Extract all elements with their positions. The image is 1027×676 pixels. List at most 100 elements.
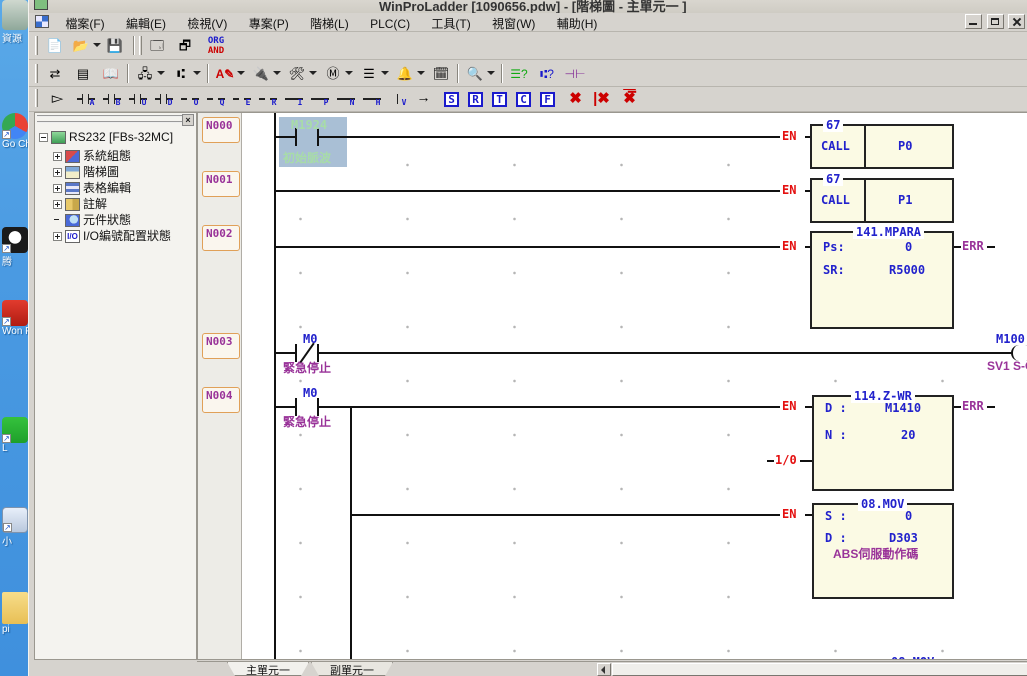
toolbar-grip[interactable] xyxy=(35,36,38,55)
desktop-icon-folder[interactable]: pi xyxy=(2,592,28,635)
falling-edge-tool[interactable]: N xyxy=(333,89,358,110)
delete-column-tool[interactable]: |✖ xyxy=(589,89,614,110)
call-p1-arg[interactable]: P1 xyxy=(898,193,912,207)
open-file-button[interactable]: 📂 xyxy=(69,35,93,57)
menu-tool[interactable]: 工具(T) xyxy=(422,13,479,34)
desktop-icon-recycle-bin[interactable]: 資源 xyxy=(2,0,28,45)
tree-item-element-status[interactable]: 元件狀態 xyxy=(53,211,131,228)
delete-element-tool[interactable]: ✖ xyxy=(563,89,588,110)
relay-tool[interactable]: R xyxy=(463,89,488,110)
horizontal-scroll-thumb[interactable] xyxy=(612,663,1027,676)
rung-label-n003[interactable]: N003 xyxy=(202,333,240,359)
close-button[interactable] xyxy=(1008,14,1025,29)
menu-file[interactable]: 檔案(F) xyxy=(56,13,113,34)
mpara-ps-value[interactable]: 0 xyxy=(905,240,912,254)
mdi-child-icon[interactable] xyxy=(35,15,49,28)
open-file-dropdown[interactable] xyxy=(93,43,101,51)
expand-box-icon[interactable] xyxy=(53,184,62,193)
motor-monitor-button[interactable]: 🔔 xyxy=(393,63,417,85)
ladder-column-button[interactable]: ⑆ xyxy=(169,63,193,85)
minimize-button[interactable] xyxy=(965,14,982,29)
rung-label-n001[interactable]: N001 xyxy=(202,171,240,197)
menu-help[interactable]: 輔助(H) xyxy=(548,13,607,34)
call-p0-arg[interactable]: P0 xyxy=(898,139,912,153)
panel-close-button[interactable]: × xyxy=(182,114,194,126)
expand-box-icon[interactable] xyxy=(53,232,62,241)
contact-status-button[interactable]: ⊣⊢ xyxy=(563,63,587,85)
tree-item-io-config-status[interactable]: I/OI/O編號配置狀態 xyxy=(53,227,171,244)
tree-item-comment[interactable]: 註解 xyxy=(53,195,107,212)
io-transfer-button[interactable]: ⇄ xyxy=(43,63,67,85)
plug-status-button[interactable]: 🔌 xyxy=(249,63,273,85)
address-book-button[interactable]: 📖 xyxy=(99,63,123,85)
mpara-sr-value[interactable]: R5000 xyxy=(889,263,925,277)
panel-grip[interactable] xyxy=(37,115,183,123)
desktop-icon-line[interactable]: ↗ L xyxy=(2,417,28,454)
restore-button[interactable] xyxy=(987,14,1004,29)
rung-label-n000[interactable]: N000 xyxy=(202,117,240,143)
desktop-icon-qq[interactable]: ↗ 腾 xyxy=(2,227,28,268)
new-file-button[interactable]: 📄 xyxy=(43,35,67,57)
tree-item-ladder-diagram[interactable]: 階梯圖 xyxy=(53,163,119,180)
table-window-button[interactable]: 🗓 xyxy=(429,63,453,85)
ladder-canvas[interactable]: M1924 初始脈波 EN 67 CALL P0 EN 67 CALL xyxy=(243,113,1027,660)
save-button[interactable]: 💾 xyxy=(103,35,127,57)
motor-run-button[interactable]: Ⓜ xyxy=(321,63,345,85)
counter-tool[interactable]: C xyxy=(511,89,536,110)
cpu-button[interactable]: ▤ xyxy=(71,63,95,85)
motor-config-button[interactable]: 🛠 xyxy=(285,63,309,85)
coil-not-tool[interactable]: Q xyxy=(203,89,228,110)
org-and-button[interactable]: ORG AND xyxy=(201,35,231,57)
function-tool[interactable]: F xyxy=(535,89,560,110)
contact-nc-tool[interactable]: B xyxy=(99,89,124,110)
desktop-icon-calculator[interactable]: ↗ 小 xyxy=(2,507,28,548)
step-tool[interactable]: S xyxy=(439,89,464,110)
motor-config-dropdown[interactable] xyxy=(309,71,317,79)
motor-monitor-dropdown[interactable] xyxy=(417,71,425,79)
ladder-column-dropdown[interactable] xyxy=(193,71,201,79)
desktop-icon-pdf[interactable]: ↗ Won PDF xyxy=(2,300,28,337)
coil-set-tool[interactable]: E xyxy=(229,89,254,110)
arrow-tool[interactable]: → xyxy=(411,89,436,110)
delete-row-tool[interactable]: ✖̅ xyxy=(617,89,642,110)
ladder-window-button[interactable]: 🗗 xyxy=(173,35,197,57)
contact-down-tool[interactable]: D xyxy=(151,89,176,110)
contact-up-tool[interactable]: U xyxy=(125,89,150,110)
scroll-left-button[interactable] xyxy=(597,663,611,676)
status-list-button[interactable]: ☰? xyxy=(507,63,531,85)
zoom-document-button[interactable]: 🔍 xyxy=(463,63,487,85)
zoom-document-dropdown[interactable] xyxy=(487,71,495,79)
timer-tool[interactable]: T xyxy=(487,89,512,110)
contact-name-m1924[interactable]: M1924 xyxy=(291,118,327,132)
hline-tool[interactable]: H xyxy=(359,89,384,110)
expand-box-icon[interactable] xyxy=(53,152,62,161)
invert-tool[interactable]: I xyxy=(281,89,306,110)
rising-edge-tool[interactable]: P xyxy=(307,89,332,110)
expand-box-icon[interactable] xyxy=(53,168,62,177)
coil-out-tool[interactable]: O xyxy=(177,89,202,110)
list-edit-button[interactable]: ☰ xyxy=(357,63,381,85)
coil-name-m100[interactable]: M100 xyxy=(996,332,1025,346)
contact-no-tool[interactable]: A xyxy=(73,89,98,110)
contact-name-m0[interactable]: M0 xyxy=(303,332,317,346)
menu-ladder[interactable]: 階梯(L) xyxy=(301,13,358,34)
menu-edit[interactable]: 編輯(E) xyxy=(117,13,175,34)
motor-run-dropdown[interactable] xyxy=(345,71,353,79)
menu-view[interactable]: 檢視(V) xyxy=(178,13,236,34)
toolbar-grip[interactable] xyxy=(35,64,38,83)
tree-item-system-config[interactable]: 系統組態 xyxy=(53,147,131,164)
list-edit-dropdown[interactable] xyxy=(381,71,389,79)
vline-tool[interactable]: V xyxy=(385,89,410,110)
project-window-button[interactable]: 🗔 xyxy=(145,35,169,57)
ladder-status-button[interactable]: ⑆? xyxy=(535,63,559,85)
tree-item-table-edit[interactable]: 表格編輯 xyxy=(53,179,131,196)
rung-label-n004[interactable]: N004 xyxy=(202,387,240,413)
tab-sub-unit[interactable]: 副單元一 xyxy=(311,662,393,676)
menu-project[interactable]: 專案(P) xyxy=(240,13,298,34)
plug-status-dropdown[interactable] xyxy=(273,71,281,79)
menu-plc[interactable]: PLC(C) xyxy=(361,15,419,33)
tab-main-unit[interactable]: 主單元一 xyxy=(227,662,309,676)
desktop-icon-chrome[interactable]: ↗ Go Ch xyxy=(2,113,28,150)
pointer-tool[interactable]: ▻ xyxy=(45,89,70,110)
coil-reset-tool[interactable]: R xyxy=(255,89,280,110)
